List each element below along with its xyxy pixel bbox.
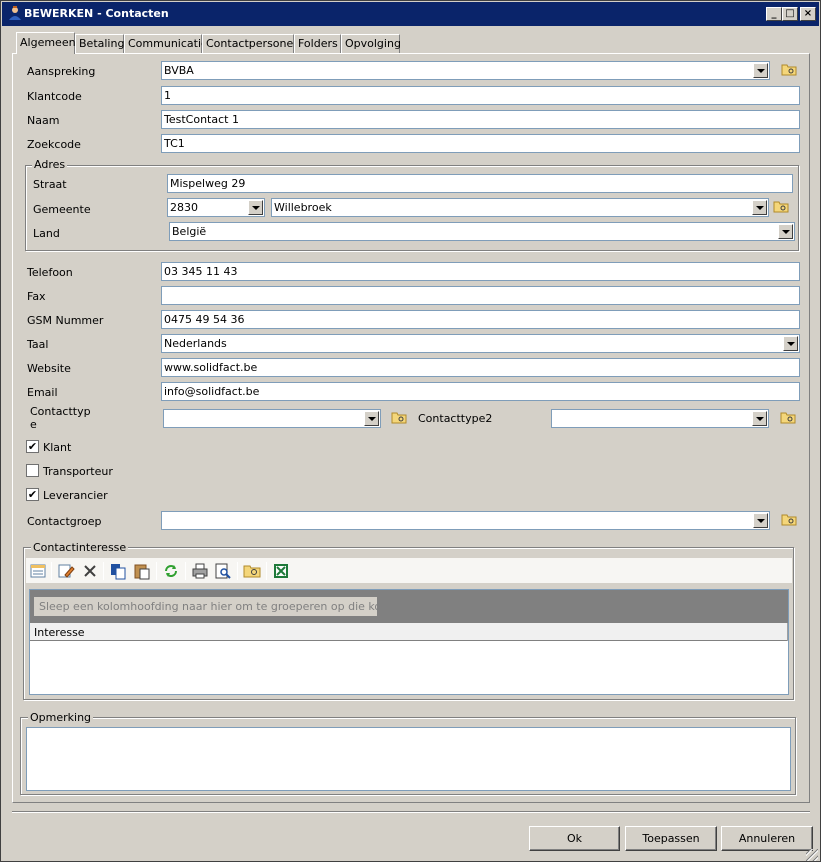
chevron-down-icon[interactable] [753, 63, 768, 78]
aanspreking-select[interactable]: BVBA [161, 61, 770, 80]
tab-contactpersonen[interactable]: Contactpersonen [202, 34, 300, 53]
tab-betaling[interactable]: Betaling [75, 34, 124, 53]
transporteur-checkbox[interactable] [26, 464, 39, 477]
cancel-button[interactable]: Annuleren [721, 826, 813, 851]
ok-button[interactable]: Ok [529, 826, 620, 851]
column-header-interesse[interactable]: Interesse [30, 623, 788, 641]
print-preview-icon[interactable] [214, 562, 232, 580]
folder-search-icon[interactable] [780, 410, 796, 424]
window: BEWERKEN - Contacten _ □ × Algemeen Beta… [0, 0, 821, 862]
naam-input[interactable]: TestContact 1 [161, 110, 800, 129]
email-input[interactable]: info@solidfact.be [161, 382, 800, 401]
close-button[interactable]: × [800, 7, 816, 21]
title-bar[interactable]: BEWERKEN - Contacten _ □ × [2, 2, 819, 26]
chevron-down-icon[interactable] [248, 200, 263, 215]
opmerking-textarea[interactable] [26, 727, 791, 791]
contacttype2-label: Contacttype2 [418, 412, 493, 425]
paste-icon[interactable] [133, 562, 151, 580]
contactgroep-select[interactable] [161, 511, 770, 530]
contacts-app-icon [9, 6, 21, 20]
aanspreking-label: Aanspreking [27, 65, 96, 78]
chevron-down-icon[interactable] [752, 200, 767, 215]
resize-grip[interactable] [806, 849, 818, 861]
folder-search-icon[interactable] [781, 512, 797, 526]
website-label: Website [27, 362, 71, 375]
edit-icon[interactable] [57, 562, 75, 580]
klantcode-input[interactable]: 1 [161, 86, 800, 105]
website-input[interactable]: www.solidfact.be [161, 358, 800, 377]
klant-label: Klant [43, 441, 72, 454]
tab-algemeen[interactable]: Algemeen [16, 32, 76, 54]
toolbar-separator [237, 562, 238, 580]
toolbar-separator [103, 562, 104, 580]
taal-select[interactable]: Nederlands [161, 334, 800, 353]
folder-search-icon[interactable] [391, 410, 407, 424]
zoekcode-label: Zoekcode [27, 138, 81, 151]
telefoon-label: Telefoon [27, 266, 73, 279]
gemeente-select[interactable]: Willebroek [271, 198, 769, 217]
contactinteresse-title: Contactinteresse [31, 541, 129, 554]
contacttype2-select[interactable] [551, 409, 769, 428]
transporteur-label: Transporteur [43, 465, 113, 478]
folder-search-icon[interactable] [781, 62, 797, 76]
gemeente-label: Gemeente [33, 203, 91, 216]
folder-search-icon[interactable] [243, 562, 261, 580]
telefoon-input[interactable]: 03 345 11 43 [161, 262, 800, 281]
excel-icon[interactable] [272, 562, 290, 580]
naam-label: Naam [27, 114, 60, 127]
contacttype-select[interactable] [163, 409, 381, 428]
klantcode-label: Klantcode [27, 90, 82, 103]
chevron-down-icon[interactable] [783, 336, 798, 351]
toolbar-separator [266, 562, 267, 580]
land-select[interactable]: België [169, 222, 795, 241]
gsm-input[interactable]: 0475 49 54 36 [161, 310, 800, 329]
minimize-button[interactable]: _ [766, 7, 782, 21]
copy-icon[interactable] [109, 562, 127, 580]
maximize-button[interactable]: □ [782, 7, 798, 21]
tab-folders[interactable]: Folders [294, 34, 341, 53]
contacttype-label-line1: Contacttyp [30, 405, 91, 418]
toolbar-separator [51, 562, 52, 580]
toolbar-separator [185, 562, 186, 580]
footer-divider [12, 811, 810, 813]
chevron-down-icon[interactable] [752, 411, 767, 426]
print-icon[interactable] [191, 562, 209, 580]
fax-input[interactable] [161, 286, 800, 305]
contactgroep-label: Contactgroep [27, 515, 102, 528]
chevron-down-icon[interactable] [778, 224, 793, 239]
email-label: Email [27, 386, 58, 399]
chevron-down-icon[interactable] [753, 513, 768, 528]
gsm-label: GSM Nummer [27, 314, 104, 327]
tab-opvolging[interactable]: Opvolging [341, 34, 401, 53]
postcode-select[interactable]: 2830 [167, 198, 265, 217]
properties-icon[interactable] [29, 562, 47, 580]
zoekcode-input[interactable]: TC1 [161, 134, 800, 153]
apply-button[interactable]: Toepassen [625, 826, 717, 851]
taal-label: Taal [27, 338, 49, 351]
refresh-icon[interactable] [162, 562, 180, 580]
leverancier-checkbox[interactable]: ✔ [26, 488, 39, 501]
tab-communicatie[interactable]: Communicatie [124, 34, 208, 53]
fax-label: Fax [27, 290, 46, 303]
klant-checkbox[interactable]: ✔ [26, 440, 39, 453]
contacttype-label-line2: e [30, 418, 37, 431]
chevron-down-icon[interactable] [364, 411, 379, 426]
delete-icon[interactable] [81, 562, 99, 580]
opmerking-title: Opmerking [28, 711, 94, 724]
leverancier-label: Leverancier [43, 489, 108, 502]
window-title: BEWERKEN - Contacten [24, 7, 169, 20]
land-label: Land [33, 227, 60, 240]
toolbar-separator [156, 562, 157, 580]
group-by-hint: Sleep een kolomhoofding naar hier om te … [34, 597, 405, 616]
straat-label: Straat [33, 178, 67, 191]
straat-input[interactable]: Mispelweg 29 [167, 174, 793, 193]
adres-group-title: Adres [32, 158, 68, 171]
folder-search-icon[interactable] [773, 199, 789, 213]
